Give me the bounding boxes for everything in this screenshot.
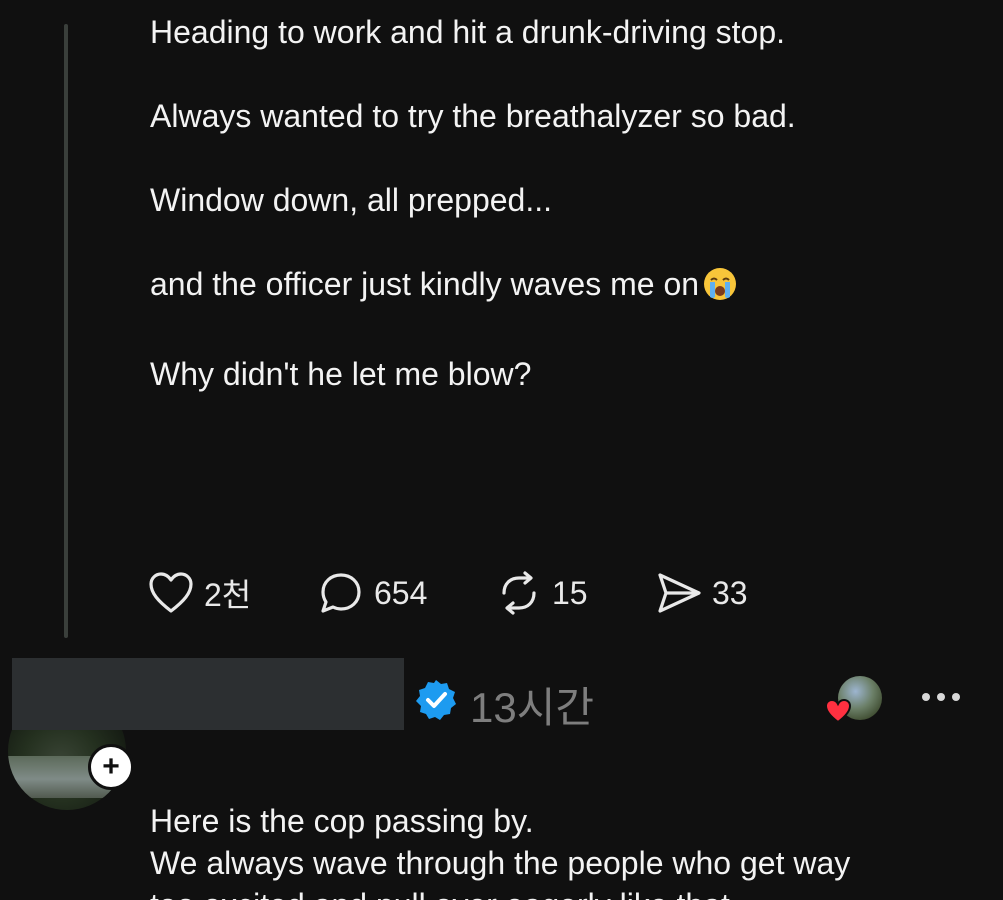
like-count: 2천 xyxy=(204,577,252,613)
reply-count: 654 xyxy=(374,574,428,611)
reply-line: too excited and pull over eagerly like t… xyxy=(150,884,970,900)
threads-page: Heading to work and hit a drunk-driving … xyxy=(0,0,1003,900)
follow-plus-icon[interactable]: + xyxy=(88,744,134,790)
repost-count: 15 xyxy=(552,574,588,611)
thread-connector-line xyxy=(64,24,68,638)
reply-button[interactable]: 654 xyxy=(318,568,496,618)
post-timestamp: 13시간 xyxy=(470,684,594,731)
share-button[interactable]: 33 xyxy=(656,568,748,618)
post-line-text: and the officer just kindly waves me on xyxy=(150,266,700,302)
crying-face-emoji xyxy=(703,267,737,312)
redacted-username xyxy=(12,658,404,730)
send-icon xyxy=(656,571,702,615)
post-line: Why didn't he let me blow? xyxy=(150,356,532,392)
post-line: Window down, all prepped... xyxy=(150,182,552,218)
like-button[interactable]: 2천 xyxy=(148,568,318,618)
reply-line: Here is the cop passing by. xyxy=(150,803,534,839)
post-body: Heading to work and hit a drunk-driving … xyxy=(150,10,970,436)
repost-icon xyxy=(496,571,542,615)
more-horizontal-icon[interactable] xyxy=(920,690,962,708)
post-line: Always wanted to try the breathalyzer so… xyxy=(150,98,796,134)
reply-line: We always wave through the people who ge… xyxy=(150,845,851,881)
reply-post: + 13시간 Here is the cop passing by. We al… xyxy=(0,650,1003,900)
share-count: 33 xyxy=(712,574,748,611)
heart-icon xyxy=(824,698,852,729)
reply-body: Here is the cop passing by. We always wa… xyxy=(150,800,970,900)
speech-bubble-icon xyxy=(318,571,364,615)
repost-button[interactable]: 15 xyxy=(496,568,656,618)
post-action-bar: 2천 654 15 33 xyxy=(148,568,748,618)
heart-outline-icon xyxy=(148,571,194,615)
post-line-with-emoji: and the officer just kindly waves me on xyxy=(150,262,970,312)
post-line: Heading to work and hit a drunk-driving … xyxy=(150,14,786,50)
verified-badge-icon xyxy=(414,678,458,727)
